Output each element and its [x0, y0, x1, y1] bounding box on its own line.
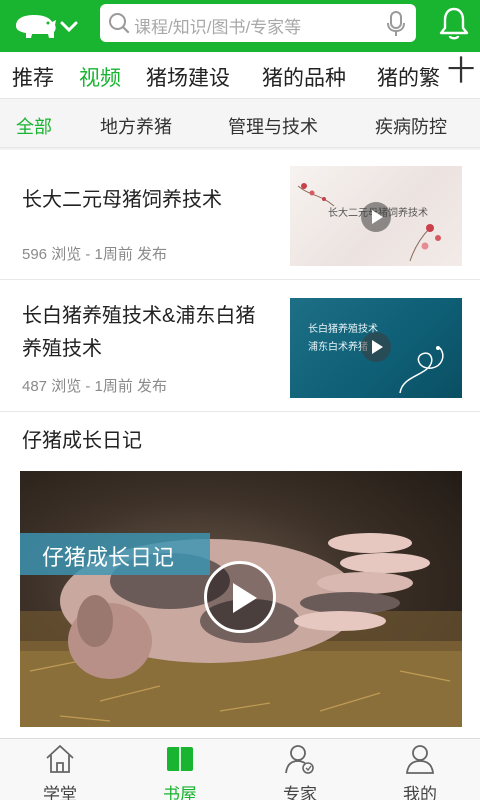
subtab-management-tech[interactable]: 管理与技术	[228, 113, 318, 139]
video-title[interactable]: 长大二元母猪饲养技术	[22, 184, 272, 217]
top-bar: 课程/知识/图书/专家等	[0, 0, 480, 52]
video-meta: 596 浏览 - 1周前 发布	[22, 243, 167, 264]
search-box[interactable]: 课程/知识/图书/专家等	[100, 4, 416, 42]
home-icon	[46, 745, 74, 773]
user-icon	[405, 745, 435, 774]
view-count: 596 浏览	[22, 246, 82, 263]
nav-label: 我的	[403, 785, 437, 800]
publish-time: 1周前 发布	[94, 378, 168, 395]
tab-farm-construction[interactable]: 猪场建设	[146, 62, 230, 92]
video-meta: 487 浏览 - 1周前 发布	[22, 375, 167, 396]
video-thumbnail[interactable]: 长白猪养殖技术 浦东白术养猪	[290, 298, 462, 398]
nav-label: 学堂	[43, 785, 77, 800]
expert-icon	[285, 745, 314, 774]
nav-item-school[interactable]: 学堂	[0, 739, 120, 800]
nav-item-expert[interactable]: 专家	[240, 739, 360, 800]
chevron-down-icon	[60, 21, 78, 33]
nav-label: 书屋	[163, 785, 197, 800]
nav-item-bookstore[interactable]: 书屋	[120, 739, 240, 800]
publish-time: 1周前 发布	[94, 246, 168, 263]
play-icon[interactable]	[204, 561, 276, 633]
sub-tabs: 全部 地方养猪 管理与技术 疾病防控	[0, 98, 480, 148]
tab-pig-breeding[interactable]: 猪的繁	[377, 62, 440, 92]
play-icon[interactable]	[361, 202, 391, 232]
more-tabs-button[interactable]: 十	[447, 56, 475, 86]
meta-separator: -	[81, 246, 95, 263]
pig-logo-icon	[16, 15, 78, 38]
subtab-disease-control[interactable]: 疾病防控	[375, 113, 447, 139]
tab-pig-breeds[interactable]: 猪的品种	[262, 62, 346, 92]
book-icon	[167, 747, 193, 771]
pig-logo-button[interactable]	[10, 9, 80, 43]
featured-video-player[interactable]: 仔猪成长日记	[20, 471, 462, 727]
subtab-local-farming[interactable]: 地方养猪	[100, 113, 172, 139]
list-item[interactable]: 长白猪养殖技术&浦东白猪养殖技术 487 浏览 - 1周前 发布 长白猪养殖技术…	[0, 280, 480, 412]
nav-label: 专家	[283, 785, 317, 800]
microphone-icon[interactable]	[386, 10, 406, 38]
tab-recommend[interactable]: 推荐	[12, 62, 54, 92]
video-thumbnail[interactable]: 长大二元母猪饲养技术	[290, 166, 462, 266]
meta-separator: -	[81, 378, 95, 395]
view-count: 487 浏览	[22, 378, 82, 395]
nav-item-profile[interactable]: 我的	[360, 739, 480, 800]
search-icon	[109, 13, 130, 34]
play-icon[interactable]	[361, 332, 391, 362]
category-tabs: 推荐 视频 猪场建设 猪的品种 猪的繁	[0, 52, 480, 98]
bell-icon[interactable]	[438, 6, 470, 42]
list-item[interactable]: 长大二元母猪饲养技术 596 浏览 - 1周前 发布 长大二元母猪饲养技术	[0, 150, 480, 280]
bottom-nav: 学堂 书屋 专家 我的	[0, 738, 480, 800]
featured-video-title[interactable]: 仔猪成长日记	[22, 424, 142, 453]
video-banner: 仔猪成长日记	[20, 533, 210, 575]
tab-video[interactable]: 视频	[79, 62, 121, 92]
search-input[interactable]: 课程/知识/图书/专家等	[134, 13, 301, 38]
subtab-all[interactable]: 全部	[16, 113, 52, 139]
video-banner-text: 仔猪成长日记	[42, 545, 175, 570]
video-title[interactable]: 长白猪养殖技术&浦东白猪养殖技术	[22, 300, 272, 366]
